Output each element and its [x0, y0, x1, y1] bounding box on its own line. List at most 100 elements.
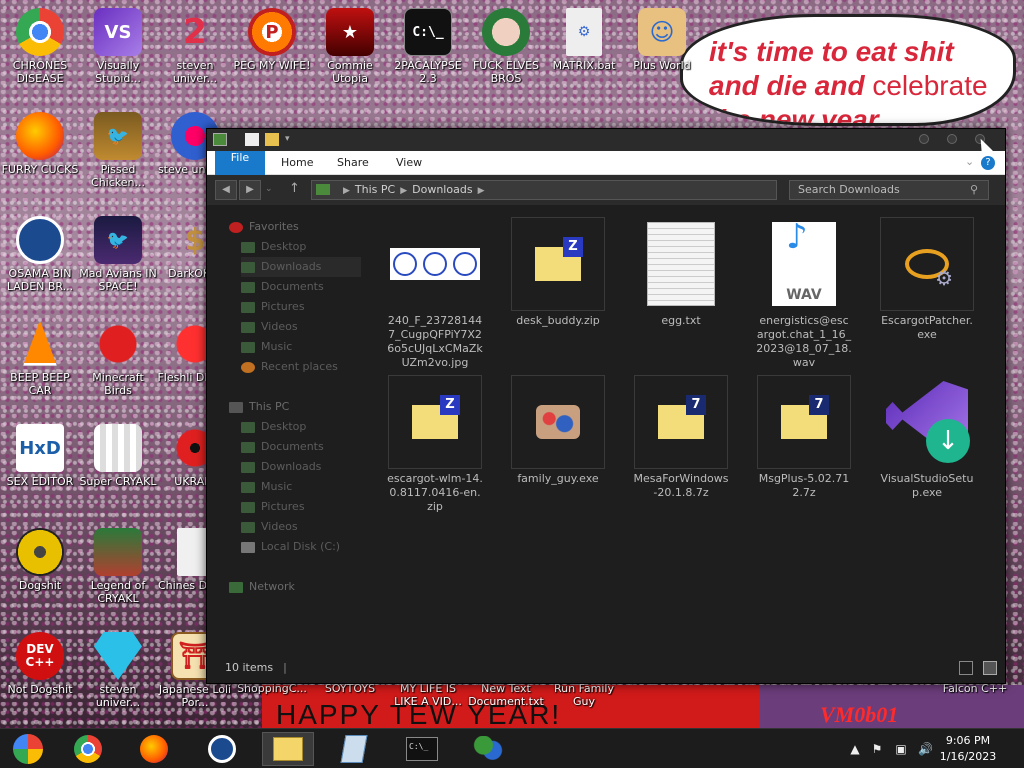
- desktop-icon-fuck-elves[interactable]: FUCK ELVES BROS: [466, 8, 546, 85]
- breadcrumb-this-pc[interactable]: This PC: [355, 183, 395, 196]
- action-center-flag-icon[interactable]: ⚑: [870, 742, 884, 756]
- tab-file[interactable]: File: [215, 151, 265, 175]
- desktop-icon-dogshit[interactable]: Dogshit: [0, 528, 80, 592]
- up-arrow-icon[interactable]: ↑: [289, 181, 300, 196]
- visual-studio-icon: VS: [94, 8, 142, 56]
- taskbar: C:\_ ▲ ⚑ ▣ 🔊 9:06 PM 1/16/2023: [0, 728, 1024, 768]
- desktop-icon-visually-stupid[interactable]: VS Visually Stupid...: [78, 8, 158, 85]
- nav-recent-places[interactable]: Recent places: [241, 357, 338, 377]
- clock[interactable]: 9:06 PM 1/16/2023: [928, 733, 1008, 765]
- nav-favorites[interactable]: Favorites: [229, 217, 299, 237]
- firefox-icon: [16, 112, 64, 160]
- desktop-icon-steven-universe[interactable]: 2 steven univer...: [155, 8, 235, 86]
- tray-expand-icon[interactable]: ▲: [848, 742, 862, 756]
- network-icon: [229, 581, 243, 593]
- file-item[interactable]: 240_F_237281447_CugpQFPiY7X26o5cUJqLxCMa…: [385, 217, 485, 370]
- tab-home[interactable]: Home: [267, 151, 327, 175]
- search-input[interactable]: Search Downloads ⚲: [789, 180, 989, 200]
- desktop-icon-osama[interactable]: OSAMA BIN LADEN BR...: [0, 216, 80, 293]
- desktop-icon-furry[interactable]: FURRY CUCKS: [0, 112, 80, 176]
- nav-pc-desktop[interactable]: Desktop: [241, 417, 306, 437]
- file-list: 240_F_237281447_CugpQFPiY7X26o5cUJqLxCMa…: [377, 209, 997, 649]
- desktop-icon-sex-editor[interactable]: HxD SEX EDITOR: [0, 424, 80, 488]
- taskbar-terminal[interactable]: C:\_: [396, 732, 448, 766]
- search-icon[interactable]: ⚲: [970, 183, 984, 197]
- computer-icon: [229, 401, 243, 413]
- network-tray-icon[interactable]: ▣: [894, 742, 908, 756]
- nav-music[interactable]: Music: [241, 337, 292, 357]
- taskbar-explorer[interactable]: [262, 732, 314, 766]
- notepad-icon: [340, 735, 368, 763]
- desktop-icon-chrones[interactable]: CHRONES DISEASE: [0, 8, 80, 85]
- back-button[interactable]: ◀: [215, 180, 237, 200]
- tab-view[interactable]: View: [382, 151, 436, 175]
- nav-pc-downloads[interactable]: Downloads: [241, 457, 321, 477]
- file-item[interactable]: ↓ VisualStudioSetup.exe: [877, 375, 977, 500]
- file-item[interactable]: ⚙ EscargotPatcher.exe: [877, 217, 977, 342]
- start-button[interactable]: [2, 732, 54, 766]
- desktop-icon-my-life[interactable]: MY LIFE IS LIKE A VID...: [388, 682, 468, 708]
- recent-locations-icon[interactable]: ⌄: [265, 184, 273, 194]
- maximize-button[interactable]: [947, 134, 957, 144]
- nav-pc-documents[interactable]: Documents: [241, 437, 324, 457]
- nav-local-disk[interactable]: Local Disk (C:): [241, 537, 340, 557]
- ribbon-expand-icon[interactable]: ⌄: [965, 155, 974, 168]
- nav-network[interactable]: Network: [229, 577, 295, 597]
- desktop-icon-beep[interactable]: BEEP BEEP CAR: [0, 320, 80, 397]
- desktop-icon-2pacalypse[interactable]: C:\_ 2PACALYPSE 2.3: [388, 8, 468, 85]
- file-item[interactable]: 7 MesaForWindows-20.1.8.7z: [631, 375, 731, 500]
- taskbar-firefox[interactable]: [128, 732, 180, 766]
- details-view-icon[interactable]: [959, 661, 973, 675]
- file-item[interactable]: ♪ WAV energistics@escargot.chat_1_16_2023…: [754, 217, 854, 370]
- taskbar-obama[interactable]: [196, 732, 248, 766]
- taskbar-messenger[interactable]: [462, 732, 514, 766]
- desktop-icon-pissed-chicken[interactable]: 🐦 Pissed Chicken...: [78, 112, 158, 189]
- nav-desktop[interactable]: Desktop: [241, 237, 306, 257]
- desktop-icon-matrix[interactable]: ⚙ MATRIX.bat: [544, 8, 624, 72]
- explorer-window[interactable]: ▾ File Home Share View ⌄ ? ◀ ▶ ⌄ ↑ ▶ This…: [206, 128, 1006, 684]
- speech-bubble: it's time to eat shit and die and celebr…: [680, 14, 1016, 126]
- forward-button[interactable]: ▶: [239, 180, 261, 200]
- desktop-icon-run-family-guy[interactable]: Run Family Guy: [544, 682, 624, 708]
- desktop-icon-minecraft-birds[interactable]: Minecraft Birds: [78, 320, 158, 397]
- desktop-icon-steven-universe-2[interactable]: steven univer...: [78, 632, 158, 709]
- file-item[interactable]: family_guy.exe: [508, 375, 608, 486]
- desktop-icon-commie[interactable]: ★ Commie Utopia: [310, 8, 390, 85]
- chrome-icon: [74, 735, 102, 763]
- taskbar-notepad[interactable]: [328, 732, 380, 766]
- desktop-icon-legend-cryakl[interactable]: Legend of CRYAKL: [78, 528, 158, 605]
- breadcrumb-downloads[interactable]: Downloads: [412, 183, 472, 196]
- desktop-icon-new-text[interactable]: New Text Document.txt: [466, 682, 546, 708]
- title-bar[interactable]: ▾: [207, 129, 1005, 151]
- nav-pc-pictures[interactable]: Pictures: [241, 497, 305, 517]
- nav-pc-videos[interactable]: Videos: [241, 517, 298, 537]
- minimize-button[interactable]: [919, 134, 929, 144]
- desktop-icon-mad-avians[interactable]: 🐦 Mad Avians IN SPACE!: [78, 216, 158, 293]
- new-folder-quick-icon[interactable]: [265, 133, 279, 146]
- nav-downloads[interactable]: Downloads: [241, 257, 361, 277]
- tab-share[interactable]: Share: [323, 151, 383, 175]
- nav-pc-music[interactable]: Music: [241, 477, 292, 497]
- disk-drive-icon: [241, 541, 255, 553]
- file-item[interactable]: 7 MsgPlus-5.02.712.7z: [754, 375, 854, 500]
- large-icons-view-icon[interactable]: [983, 661, 997, 675]
- file-item[interactable]: egg.txt: [631, 217, 731, 328]
- desktop-icon-peggle[interactable]: P PEG MY WIFE!: [232, 8, 312, 72]
- address-row: ◀ ▶ ⌄ ↑ ▶This PC▶Downloads▶ ⟳ Search Dow…: [207, 175, 1005, 205]
- help-icon[interactable]: ?: [981, 156, 995, 170]
- chevron-down-icon[interactable]: ▾: [285, 133, 295, 146]
- properties-quick-icon[interactable]: [245, 133, 259, 146]
- nav-pictures[interactable]: Pictures: [241, 297, 305, 317]
- legend-character-icon: [94, 528, 142, 576]
- nav-videos[interactable]: Videos: [241, 317, 298, 337]
- desktop-icon-not-dogshit[interactable]: DEV C++ Not Dogshit: [0, 632, 80, 696]
- file-item[interactable]: Z desk_buddy.zip: [508, 217, 608, 328]
- clock-date: 1/16/2023: [939, 750, 997, 763]
- taskbar-chrome[interactable]: [62, 732, 114, 766]
- desktop-icon-plus-world[interactable]: ☺ Plus World: [622, 8, 702, 72]
- nav-this-pc[interactable]: This PC: [229, 397, 289, 417]
- file-item[interactable]: Z escargot-wlm-14.0.8117.0416-en.zip: [385, 375, 485, 514]
- nav-documents[interactable]: Documents: [241, 277, 324, 297]
- desktop-icon-super-cryakl[interactable]: Super CRYAKL: [78, 424, 158, 488]
- address-bar[interactable]: ▶This PC▶Downloads▶ ⟳: [311, 180, 872, 200]
